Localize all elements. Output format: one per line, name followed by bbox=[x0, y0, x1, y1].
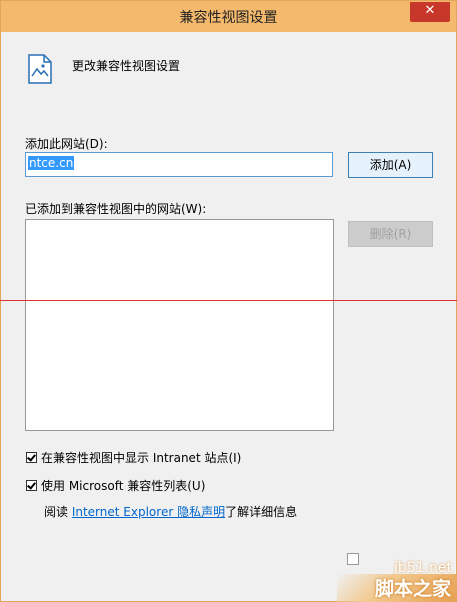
intranet-label: 在兼容性视图中显示 Intranet 站点(I) bbox=[41, 451, 242, 465]
watermark-bottom: 脚本之家 bbox=[337, 574, 457, 602]
ms-list-option[interactable]: 使用 Microsoft 兼容性列表(U) bbox=[26, 477, 205, 494]
website-input[interactable]: ntce.cn bbox=[25, 152, 333, 177]
bottom-checkbox[interactable] bbox=[347, 553, 359, 565]
website-input-value: ntce.cn bbox=[28, 156, 75, 170]
ms-list-checkbox[interactable] bbox=[26, 480, 37, 491]
intranet-checkbox[interactable] bbox=[26, 452, 37, 463]
add-button[interactable]: 添加(A) bbox=[348, 152, 433, 178]
title-bar[interactable]: 兼容性视图设置 ✕ bbox=[1, 1, 456, 32]
privacy-prefix: 阅读 bbox=[44, 505, 72, 519]
red-guide-line bbox=[0, 300, 457, 301]
page-image-icon bbox=[28, 54, 52, 84]
site-list[interactable] bbox=[25, 219, 334, 431]
intranet-option[interactable]: 在兼容性视图中显示 Intranet 站点(I) bbox=[26, 449, 241, 466]
dialog-window: 兼容性视图设置 ✕ 更改兼容性视图设置 添加此网站(D): ntce.cn 添加… bbox=[0, 0, 457, 602]
privacy-link[interactable]: Internet Explorer 隐私声明 bbox=[72, 505, 225, 519]
window-title: 兼容性视图设置 bbox=[179, 10, 278, 26]
header-text: 更改兼容性视图设置 bbox=[72, 59, 181, 73]
remove-button: 删除(R) bbox=[348, 221, 433, 247]
site-list-label: 已添加到兼容性视图中的网站(W): bbox=[25, 202, 207, 216]
ms-list-label: 使用 Microsoft 兼容性列表(U) bbox=[41, 479, 206, 493]
close-button[interactable]: ✕ bbox=[410, 2, 450, 22]
privacy-suffix: 了解详细信息 bbox=[225, 505, 298, 519]
privacy-text: 阅读 Internet Explorer 隐私声明了解详细信息 bbox=[44, 503, 297, 520]
add-site-label: 添加此网站(D): bbox=[25, 137, 108, 151]
